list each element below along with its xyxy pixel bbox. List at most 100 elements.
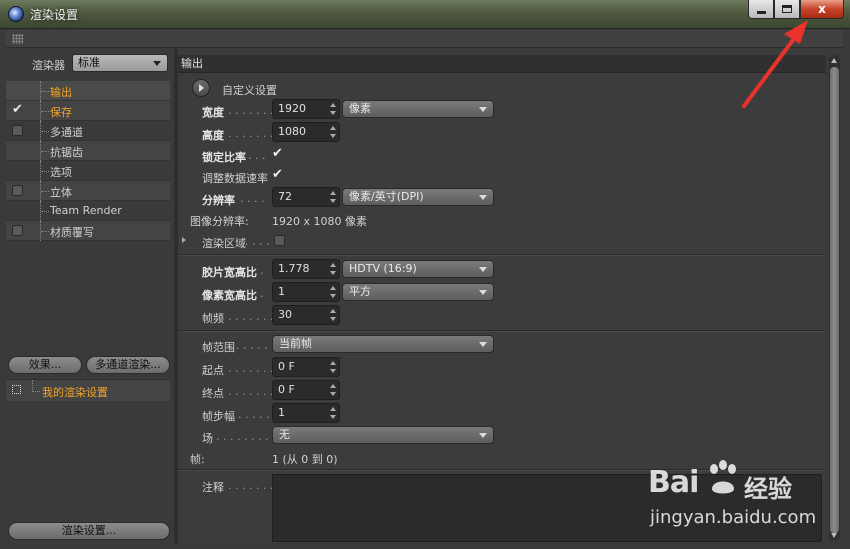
sidebar-item-team-render[interactable]: Team Render [6,201,170,221]
adjust-rate-checkbox[interactable]: ✔ [272,167,283,182]
spinner-arrows-icon[interactable] [330,286,336,298]
expand-arrow-icon[interactable] [182,237,186,243]
sidebar-item-output[interactable]: 输出 [6,81,170,101]
close-button[interactable]: x [800,0,844,19]
scrollbar-thumb[interactable] [830,67,839,533]
frames-label: 帧: [190,453,205,466]
dot-leader: . . . . . [238,235,270,248]
fps-input[interactable]: 30 [272,305,340,325]
resolution-input[interactable]: 72 [272,187,340,207]
sidebar-item-label: Team Render [50,204,122,217]
film-aspect-label: 胶片宽高比 [202,266,257,279]
vertical-scrollbar[interactable] [829,55,840,541]
sidebar-item-multipass[interactable]: 多通道 [6,121,170,141]
render-settings-button[interactable]: 渲染设置... [8,522,170,540]
sidebar-item-label: 输出 [50,86,72,99]
sidebar-item-label: 立体 [50,186,72,199]
sidebar-item-material-override[interactable]: 材质覆写 [6,221,170,241]
resolution-label: 分辨率 [202,194,235,207]
dot-leader: . . . . . . . [228,385,274,398]
adjust-rate-label: 调整数据速率 [202,172,268,185]
sidebar-item-options[interactable]: 选项 [6,161,170,181]
frames-value: 1 (从 0 到 0) [272,453,338,466]
render-region-checkbox[interactable] [274,235,285,246]
notes-label: 注释 [202,481,224,494]
pixel-aspect-value: 1 [278,285,285,298]
sidebar-item-label: 保存 [50,106,72,119]
settings-nav-list: 输出 ✔ 保存 多通道 抗锯齿 选项 立体 Team Render 材质覆写 [6,81,170,241]
watermark-brand-cn: 经验 [744,475,792,503]
sidebar-item-label: 多通道 [50,126,83,139]
close-icon: x [818,2,826,16]
render-setting-label: 我的渲染设置 [42,386,108,399]
render-setting-item[interactable]: 我的渲染设置 [6,379,170,401]
renderer-select[interactable]: 标准 [72,54,168,72]
preset-label: 自定义设置 [222,84,277,97]
preset-play-button[interactable] [192,79,210,97]
spinner-arrows-icon[interactable] [330,126,336,138]
pixel-aspect-select[interactable]: 平方 [342,283,494,301]
spinner-arrows-icon[interactable] [330,407,336,419]
sidebar-item-antialiasing[interactable]: 抗锯齿 [6,141,170,161]
spinner-arrows-icon[interactable] [330,309,336,321]
sidebar-item-label: 选项 [50,166,72,179]
effects-button[interactable]: 效果... [8,356,82,374]
chevron-down-icon [479,107,487,112]
section-title: 输出 [178,55,826,73]
pixel-aspect-preset-value: 平方 [349,285,371,298]
dot-leader: . . . . . . [238,408,277,421]
multipass-render-button[interactable]: 多通道渲染... [86,356,170,374]
frame-range-select[interactable]: 当前帧 [272,335,494,353]
spinner-arrows-icon[interactable] [330,263,336,275]
dot-leader: . [260,287,264,300]
checkbox[interactable] [12,185,23,196]
checkmark-icon[interactable]: ✔ [12,102,23,117]
field-select[interactable]: 无 [272,426,494,444]
checkbox[interactable] [12,125,23,136]
spinner-arrows-icon[interactable] [330,191,336,203]
field-value: 无 [279,428,290,441]
resolution-unit-select[interactable]: 像素/英寸(DPI) [342,188,494,206]
width-unit-select[interactable]: 像素 [342,100,494,118]
dot-leader: . . . . [240,192,265,205]
grip-handle-icon[interactable] [12,34,23,44]
maximize-button[interactable] [774,0,800,19]
lock-ratio-checkbox[interactable]: ✔ [272,146,283,161]
dot-leader: . . . . . . . [228,479,274,492]
pixel-aspect-input[interactable]: 1 [272,282,340,302]
dot-leader: . . . . . . . [228,127,274,140]
maximize-icon [782,5,792,13]
checkbox[interactable] [12,225,23,236]
spinner-arrows-icon[interactable] [330,103,336,115]
scroll-down-icon[interactable] [831,533,837,538]
film-aspect-input[interactable]: 1.778 [272,259,340,279]
scroll-up-icon[interactable] [831,58,837,63]
dot-leader: . . . . . . . [228,362,274,375]
film-aspect-select[interactable]: HDTV (16:9) [342,260,494,278]
watermark-url: jingyan.baidu.com [650,507,817,528]
frame-step-input[interactable]: 1 [272,403,340,423]
dot-leader: . . . . . [236,339,268,352]
sidebar-item-stereo[interactable]: 立体 [6,181,170,201]
height-value: 1080 [278,125,306,138]
tree-connector [32,380,40,392]
frame-step-value: 1 [278,406,285,419]
end-input[interactable]: 0 F [272,380,340,400]
resolution-unit-value: 像素/英寸(DPI) [349,190,424,203]
film-aspect-preset-value: HDTV (16:9) [349,262,417,275]
cinema4d-app-icon [8,6,24,22]
dot-leader: . [260,264,264,277]
frame-step-label: 帧步幅 [202,410,235,423]
spinner-arrows-icon[interactable] [330,384,336,396]
sidebar-item-save[interactable]: ✔ 保存 [6,101,170,121]
frame-range-value: 当前帧 [279,337,312,350]
width-label: 宽度 [202,106,224,119]
start-label: 起点 [202,364,224,377]
width-input[interactable]: 1920 [272,99,340,119]
image-resolution-label: 图像分辨率: [190,215,249,228]
start-input[interactable]: 0 F [272,357,340,377]
height-label: 高度 [202,129,224,142]
height-input[interactable]: 1080 [272,122,340,142]
minimize-button[interactable] [748,0,774,19]
spinner-arrows-icon[interactable] [330,361,336,373]
